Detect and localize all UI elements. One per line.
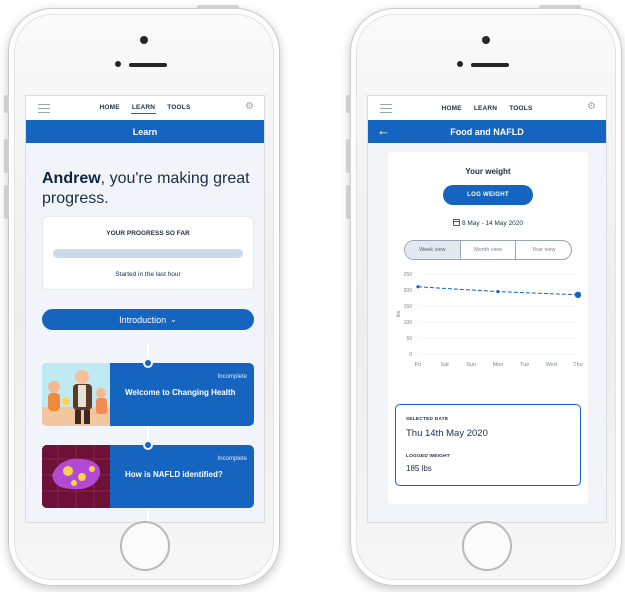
selected-date-value: Thu 14th May 2020 [406,428,488,439]
home-button[interactable] [462,521,512,571]
x-tick-label: Mon [493,362,504,368]
view-toggle: Week view Month view Year view [404,240,572,260]
x-tick-label: Thu [573,362,582,368]
greeting-name: Andrew [42,170,101,187]
food-nafld-screen: HOME LEARN TOOLS ⚙ ← Food and NAFLD Your… [367,95,607,523]
weight-card: Your weight LOG WEIGHT 8 May - 14 May 20… [388,152,588,504]
proximity-sensor [457,61,463,67]
lesson-title: How is NAFLD identified? [125,470,223,479]
introduction-label: Introduction [119,314,167,325]
lesson-illustration-liver [42,445,110,508]
progress-card: YOUR PROGRESS SO FAR Started in the last… [42,216,254,290]
page-title-bar: ← Food and NAFLD [368,120,606,143]
x-tick-label: Tue [520,362,529,368]
gear-icon[interactable]: ⚙ [245,102,254,112]
x-tick-label: Sun [466,362,476,368]
weight-card-title: Your weight [465,167,511,176]
phone-frame-learn: HOME LEARN TOOLS ⚙ Learn Andrew, you're … [4,5,280,586]
timeline-dot [143,440,153,450]
chevron-down-icon: ⌄ [170,315,177,324]
phone-frame-weight: HOME LEARN TOOLS ⚙ ← Food and NAFLD Your… [346,5,622,586]
page-title: Food and NAFLD [450,126,524,137]
lesson-status: Incomplete [217,456,247,462]
date-range-selector[interactable]: 8 May - 14 May 2020 [388,219,588,227]
nav-home[interactable]: HOME [441,103,463,114]
volume-up-button [4,139,9,173]
top-nav: HOME LEARN TOOLS ⚙ [368,96,606,120]
volume-down-button [4,185,9,219]
x-tick-label: Sat [441,362,450,368]
learn-screen: HOME LEARN TOOLS ⚙ Learn Andrew, you're … [25,95,265,523]
progress-title: YOUR PROGRESS SO FAR [106,230,190,237]
data-point [496,290,500,294]
volume-down-button [346,185,351,219]
logged-weight-value: 185 lbs [406,464,432,473]
nav-tools[interactable]: TOOLS [508,103,533,114]
log-weight-button[interactable]: LOG WEIGHT [443,185,533,205]
y-tick-label: 250 [404,272,413,278]
date-range-text: 8 May - 14 May 2020 [461,220,524,227]
greeting-heading: Andrew, you're making great progress. [42,169,254,209]
logged-weight-label: LOGGED WEIGHT [406,454,450,459]
front-camera [140,36,148,44]
menu-icon[interactable] [380,104,392,113]
progress-bar [53,249,243,258]
mute-switch [4,95,9,113]
proximity-sensor [115,61,121,67]
x-tick-label: Fri [415,362,421,368]
power-button [197,5,239,9]
weight-line-chart[interactable]: 0 50 100 150 200 250 Fri Sat Sun Mon Tue Wed Thu lbs [388,264,588,404]
x-tick-label: Wed [546,362,557,368]
earpiece-speaker [129,63,167,67]
earpiece-speaker [471,63,509,67]
lesson-card-nafld[interactable]: Incomplete How is NAFLD identified? [42,445,254,508]
people-illustration-icon [42,363,110,426]
page-title: Learn [132,126,158,137]
liver-illustration-icon [42,445,110,508]
month-view-tab[interactable]: Month view [459,241,516,259]
back-arrow-icon[interactable]: ← [377,124,390,138]
timeline-dot [143,358,153,368]
lesson-title: Welcome to Changing Health [125,388,236,397]
y-tick-label: 200 [404,288,413,294]
selected-date-label: SELECTED DATE [406,417,449,422]
nav-learn[interactable]: LEARN [130,102,157,114]
introduction-dropdown-button[interactable]: Introduction ⌄ [42,309,254,330]
calendar-icon [452,219,460,226]
selected-point-details: SELECTED DATE Thu 14th May 2020 LOGGED W… [395,404,581,486]
data-point [574,291,582,298]
lesson-illustration-people [42,363,110,426]
data-point [416,285,420,289]
power-button [539,5,581,9]
gear-icon[interactable]: ⚙ [587,102,596,112]
y-tick-label: 0 [409,352,412,358]
year-view-tab[interactable]: Year view [515,241,571,259]
y-tick-label: 100 [404,320,413,326]
y-tick-label: 150 [404,304,413,310]
week-view-tab[interactable]: Week view [405,241,460,259]
mute-switch [346,95,351,113]
home-button[interactable] [120,521,170,571]
y-axis-label: lbs [396,310,402,317]
top-nav: HOME LEARN TOOLS ⚙ [26,96,264,120]
lesson-status: Incomplete [217,374,247,380]
progress-caption: Started in the last hour [115,271,181,278]
y-tick-label: 50 [406,336,412,342]
nav-home[interactable]: HOME [99,102,121,114]
front-camera [482,36,490,44]
page-title-bar: Learn [26,120,264,143]
volume-up-button [346,139,351,173]
menu-icon[interactable] [38,104,50,113]
nav-tools[interactable]: TOOLS [166,102,191,114]
nav-learn[interactable]: LEARN [473,103,498,114]
lesson-card-welcome[interactable]: Incomplete Welcome to Changing Health [42,363,254,426]
